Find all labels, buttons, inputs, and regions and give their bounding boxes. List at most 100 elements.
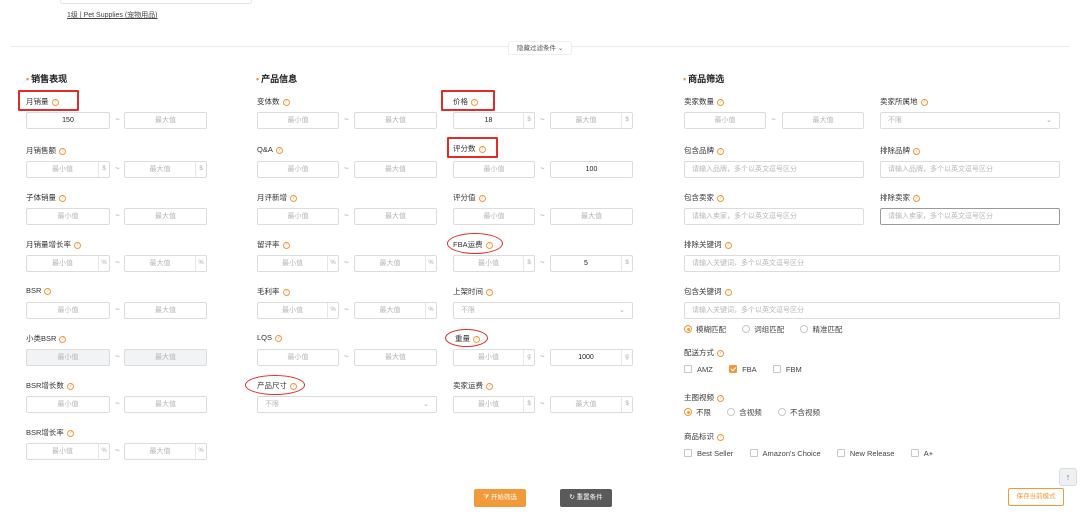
label-monthly-revenue: 月销售额?	[26, 145, 66, 156]
new-reviews-max-input[interactable]: 最大值	[354, 208, 437, 225]
label-lqs: LQS?	[257, 333, 283, 342]
label-seller-include: 包含卖家?	[684, 192, 724, 203]
badge-best-seller-checkbox[interactable]: Best Seller	[684, 449, 733, 458]
category-select-box[interactable]	[60, 0, 252, 4]
review-count-min-input[interactable]: 最小值	[453, 161, 535, 178]
monthly-revenue-min-input[interactable]: 最小值 $	[26, 161, 110, 178]
product-size-select[interactable]: 不限 ⌄	[257, 396, 437, 413]
delivery-amz-checkbox[interactable]: AMZ	[684, 365, 713, 374]
hide-filters-button[interactable]: 隐藏过滤条件 ⌄	[508, 41, 573, 55]
badge-amazons-choice-checkbox[interactable]: Amazon's Choice	[749, 449, 821, 458]
keyword-exclude-input[interactable]: 请输入关键词，多个以英文逗号区分	[684, 255, 1060, 272]
help-icon: ?	[282, 99, 290, 106]
seller-include-input[interactable]: 请输入卖家，多个以英文逗号区分	[684, 208, 864, 225]
price-min-input[interactable]: 18 $	[453, 112, 535, 129]
range-separator: ~	[115, 258, 120, 267]
sub-bsr-min-input[interactable]: 最小值	[26, 349, 110, 366]
fba-fee-min-input[interactable]: 最小值 $	[453, 255, 535, 272]
match-fuzzy-radio[interactable]: 模糊匹配	[684, 325, 726, 334]
seller-count-min-input[interactable]: 最小值	[684, 112, 766, 129]
match-phrase-radio[interactable]: 词组匹配	[742, 325, 784, 334]
help-icon: ?	[478, 146, 486, 153]
gross-margin-min-input[interactable]: 最小值%	[257, 302, 339, 319]
video-group: 不限 含视频 不含视频	[684, 407, 834, 418]
label-bsr-growth-count: BSR增长数?	[26, 380, 74, 391]
brand-exclude-input[interactable]: 请输入品牌，多个以英文逗号区分	[880, 161, 1060, 178]
review-count-max-input[interactable]: 100	[550, 161, 633, 178]
label-rating: 评分值?	[453, 192, 486, 203]
help-icon: ?	[717, 99, 724, 106]
variants-max-input[interactable]: 最大值	[354, 112, 437, 129]
bsr-growth-count-min-input[interactable]: 最小值	[26, 396, 110, 413]
video-yes-radio[interactable]: 含视频	[727, 408, 762, 417]
range-separator: ~	[115, 211, 120, 220]
delivery-fba-checkbox[interactable]: FBA	[729, 365, 757, 374]
gross-margin-max-input[interactable]: 最大值%	[354, 302, 437, 319]
lqs-max-input[interactable]: 最大值	[354, 349, 437, 366]
fba-fee-max-input[interactable]: 5 $	[550, 255, 633, 272]
video-no-radio[interactable]: 不含视频	[777, 408, 820, 417]
seller-shipping-min-input[interactable]: 最小值 $	[453, 396, 535, 413]
monthly-sales-min-input[interactable]: 150	[26, 112, 110, 129]
range-separator: ~	[344, 164, 349, 173]
match-exact-radio[interactable]: 精准匹配	[800, 325, 842, 334]
seller-shipping-max-input[interactable]: 最大值 $	[550, 396, 633, 413]
bsr-growth-rate-min-input[interactable]: 最小值%	[26, 443, 110, 460]
label-bsr: BSR?	[26, 286, 52, 295]
review-rate-max-input[interactable]: 最大值%	[354, 255, 437, 272]
help-icon: ?	[717, 350, 724, 357]
bsr-growth-rate-max-input[interactable]: 最大值%	[124, 443, 207, 460]
review-rate-min-input[interactable]: 最小值%	[257, 255, 339, 272]
reset-button[interactable]: ↻ 重置条件	[560, 489, 612, 507]
range-separator: ~	[115, 164, 120, 173]
qa-max-input[interactable]: 最大值	[354, 161, 437, 178]
save-mode-button[interactable]: 保存当前模式	[1008, 488, 1064, 506]
badge-aplus-checkbox[interactable]: A+	[910, 449, 933, 458]
rating-min-input[interactable]: 最小值	[453, 208, 535, 225]
seller-exclude-input[interactable]: 请输入卖家，多个以英文逗号区分	[880, 208, 1060, 225]
lqs-min-input[interactable]: 最小值	[257, 349, 339, 366]
seller-count-max-input[interactable]: 最大值	[782, 112, 864, 129]
new-reviews-min-input[interactable]: 最小值	[257, 208, 339, 225]
sales-growth-max-input[interactable]: 最大值%	[124, 255, 207, 272]
scroll-to-top-button[interactable]: ↑	[1059, 468, 1077, 486]
video-any-radio[interactable]: 不限	[684, 408, 711, 417]
delivery-group: AMZ FBA FBM	[684, 365, 816, 374]
monthly-revenue-max-input[interactable]: 最大值 $	[124, 161, 207, 178]
monthly-sales-max-input[interactable]: 最大值	[124, 112, 207, 129]
section-product-title: • 产品信息	[256, 74, 298, 84]
label-gross-margin: 毛利率?	[257, 286, 290, 297]
label-launch-time: 上架时间?	[453, 286, 493, 297]
seller-location-select[interactable]: 不限 ⌄	[880, 112, 1060, 129]
selected-category[interactable]: 1级 | Pet Supplies (宠物用品)	[67, 10, 158, 20]
keyword-include-input[interactable]: 请输入关键词，多个以英文逗号区分	[684, 302, 1060, 319]
start-filter-button[interactable]: ⧩ 开始筛选	[474, 489, 526, 507]
help-icon: ?	[913, 148, 920, 155]
delivery-fbm-checkbox[interactable]: FBM	[772, 365, 802, 374]
weight-min-input[interactable]: 最小值 g	[453, 349, 535, 366]
bsr-min-input[interactable]: 最小值	[26, 302, 110, 319]
launch-time-select[interactable]: 不限 ⌄	[453, 302, 633, 319]
range-separator: ~	[115, 446, 120, 455]
brand-include-input[interactable]: 请输入品牌，多个以英文逗号区分	[684, 161, 864, 178]
help-icon: ?	[478, 195, 486, 202]
variants-min-input[interactable]: 最小值	[257, 112, 339, 129]
price-max-input[interactable]: 最大值 $	[550, 112, 633, 129]
rating-max-input[interactable]: 最大值	[550, 208, 633, 225]
bsr-growth-count-max-input[interactable]: 最大值	[124, 396, 207, 413]
child-sales-min-input[interactable]: 最小值	[26, 208, 110, 225]
sub-bsr-max-input[interactable]: 最大值	[124, 349, 207, 366]
label-brand-exclude: 排除品牌?	[880, 145, 920, 156]
range-separator: ~	[115, 115, 120, 124]
range-separator: ~	[115, 352, 120, 361]
label-product-size: 产品尺寸?	[257, 380, 297, 391]
label-seller-count: 卖家数量?	[684, 96, 724, 107]
sales-growth-min-input[interactable]: 最小值%	[26, 255, 110, 272]
label-monthly-new-reviews: 月评新增?	[257, 192, 297, 203]
badge-new-release-checkbox[interactable]: New Release	[836, 449, 894, 458]
qa-min-input[interactable]: 最小值	[257, 161, 339, 178]
bsr-max-input[interactable]: 最大值	[124, 302, 207, 319]
help-icon: ?	[282, 242, 290, 249]
child-sales-max-input[interactable]: 最大值	[124, 208, 207, 225]
weight-max-input[interactable]: 1000 g	[550, 349, 633, 366]
